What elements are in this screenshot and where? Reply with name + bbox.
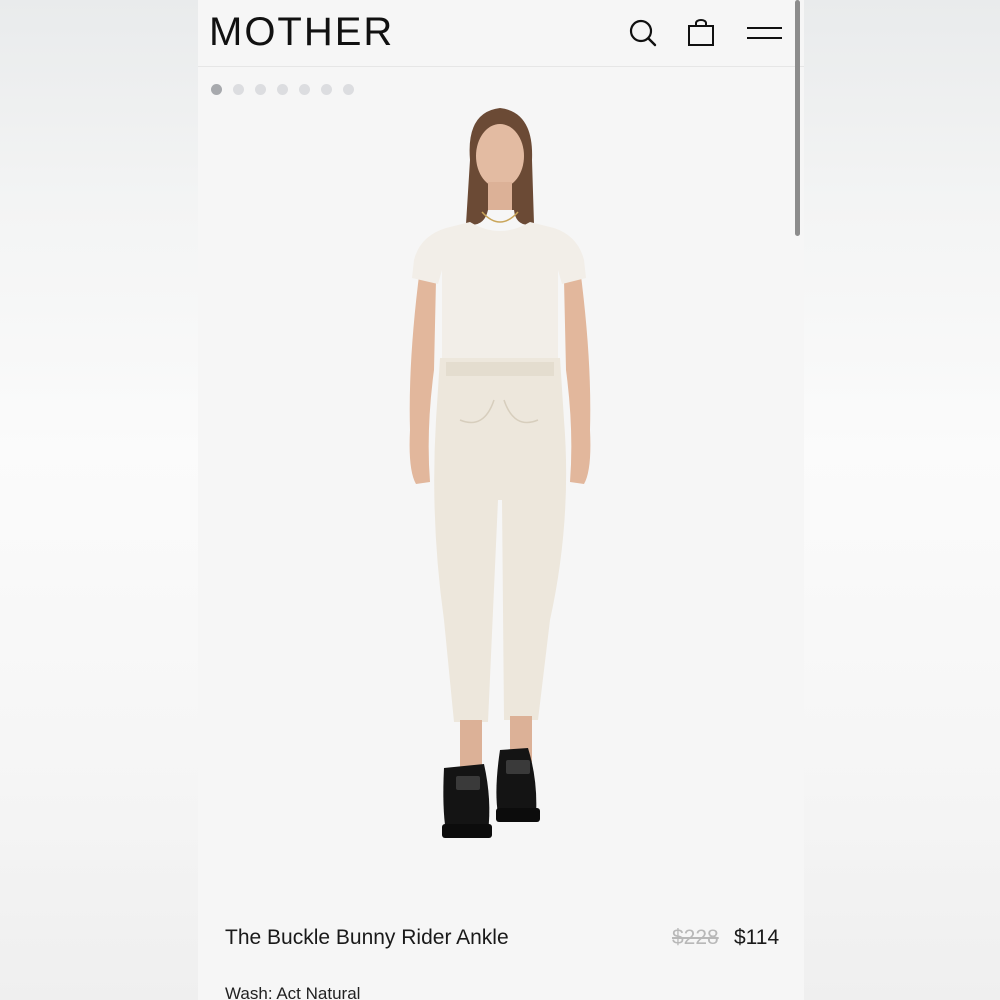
backdrop-right xyxy=(804,0,1000,1000)
original-price: $228 xyxy=(672,926,719,949)
gallery-dot[interactable] xyxy=(255,84,266,95)
wash-label: Wash: Act Natural xyxy=(225,984,361,1000)
gallery-dot[interactable] xyxy=(233,84,244,95)
search-icon[interactable] xyxy=(628,18,658,48)
gallery-dot[interactable] xyxy=(211,84,222,95)
hamburger-menu-icon[interactable] xyxy=(746,22,784,44)
phone-screen: MOTHER The Buckle Bunny Rider Ankle $228… xyxy=(198,0,804,1000)
product-image[interactable] xyxy=(198,100,804,900)
brand-logo[interactable]: MOTHER xyxy=(209,10,394,55)
gallery-dot[interactable] xyxy=(321,84,332,95)
shopping-bag-icon[interactable] xyxy=(687,18,715,48)
gallery-dot[interactable] xyxy=(343,84,354,95)
gallery-pagination xyxy=(211,84,354,96)
product-title: The Buckle Bunny Rider Ankle xyxy=(225,926,509,949)
sale-price: $114 xyxy=(734,926,780,949)
site-header: MOTHER xyxy=(198,0,804,67)
backdrop-left xyxy=(0,0,198,1000)
gallery-dot[interactable] xyxy=(277,84,288,95)
gallery-dot[interactable] xyxy=(299,84,310,95)
